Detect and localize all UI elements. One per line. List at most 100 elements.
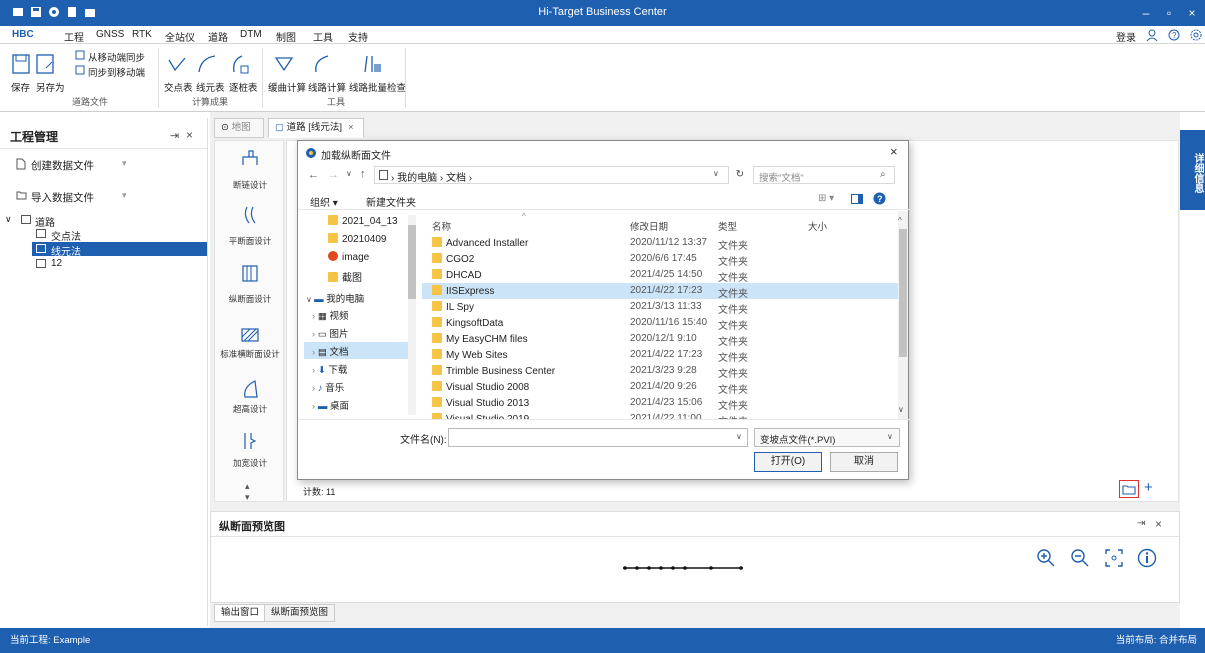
- menu-support[interactable]: 支持: [348, 29, 368, 44]
- nav-item-2021-04-13[interactable]: 2021_04_13: [328, 215, 398, 227]
- filetype-dropdown-icon[interactable]: ∨: [887, 432, 893, 441]
- curve-calc-button[interactable]: 缓曲计算: [268, 80, 306, 94]
- widening-design-button[interactable]: 加宽设计: [215, 457, 285, 469]
- dialog-close-button[interactable]: ×: [890, 144, 898, 159]
- scroll-up-icon[interactable]: ^: [898, 216, 902, 225]
- address-bar[interactable]: › 我的电脑 › 文档 › ∨: [374, 166, 729, 184]
- filetype-select[interactable]: 变坡点文件(*.PVI) ∨: [754, 428, 900, 447]
- view-mode-icon[interactable]: ⊞ ▾: [818, 193, 834, 204]
- address-dropdown-icon[interactable]: ∨: [713, 169, 719, 178]
- nav-item-screenshot[interactable]: 截图: [328, 269, 362, 284]
- save-button[interactable]: 保存: [11, 80, 30, 94]
- nav-item-music[interactable]: › ♪ 音乐: [312, 380, 344, 394]
- line-element-table-icon[interactable]: [197, 54, 217, 74]
- curve-calc-icon[interactable]: [274, 54, 294, 74]
- close-preview-icon[interactable]: ×: [1155, 517, 1162, 531]
- longitudinal-section-icon[interactable]: [241, 263, 259, 283]
- folder-quick-icon[interactable]: [84, 6, 98, 20]
- scroll-down-icon[interactable]: ∨: [898, 405, 904, 414]
- chevron-down-icon[interactable]: ▾: [122, 190, 127, 201]
- station-table-icon[interactable]: [230, 54, 250, 74]
- file-scrollbar-thumb[interactable]: [899, 229, 907, 357]
- chevron-down-icon[interactable]: ▾: [122, 158, 127, 169]
- help-icon[interactable]: ?: [1168, 29, 1180, 41]
- batch-check-icon[interactable]: [362, 54, 382, 74]
- forward-icon[interactable]: →: [328, 169, 339, 181]
- close-window-button[interactable]: ×: [1183, 5, 1201, 21]
- nav-item-desktop[interactable]: › ▬ 桌面: [312, 398, 349, 412]
- superelevation-design-button[interactable]: 超高设计: [215, 403, 285, 415]
- nav-item-20210409[interactable]: 20210409: [328, 233, 387, 245]
- breadcrumb-documents[interactable]: 文档: [446, 173, 466, 184]
- app-icon[interactable]: [12, 6, 26, 20]
- save-as-button[interactable]: 另存为: [36, 80, 65, 94]
- maximize-button[interactable]: ▫: [1160, 5, 1178, 21]
- file-row[interactable]: My Web Sites 2021/4/22 17:23 文件夹: [432, 349, 892, 364]
- back-icon[interactable]: ←: [308, 169, 319, 181]
- nav-scrollbar[interactable]: [408, 215, 416, 415]
- menu-drawing[interactable]: 制图: [276, 29, 296, 44]
- file-scrollbar[interactable]: ^ ∨: [898, 211, 908, 419]
- open-button[interactable]: 打开(O): [754, 452, 822, 472]
- save-quick-icon[interactable]: [30, 6, 44, 20]
- nav-scrollbar-thumb[interactable]: [408, 225, 416, 299]
- add-button[interactable]: +: [1144, 480, 1153, 496]
- tree-item-road[interactable]: 道路: [35, 214, 55, 229]
- menu-hbc[interactable]: HBC: [12, 29, 34, 40]
- help-circle-icon[interactable]: ?: [873, 192, 886, 205]
- chain-break-icon[interactable]: [241, 149, 259, 167]
- menu-tools[interactable]: 工具: [313, 29, 333, 44]
- nav-item-my-computer[interactable]: ∨ ▬ 我的电脑: [306, 291, 364, 305]
- file-row[interactable]: DHCAD 2021/4/25 14:50 文件夹: [432, 269, 892, 284]
- filename-input[interactable]: ∨: [448, 428, 748, 447]
- save-as-icon[interactable]: [36, 54, 54, 74]
- expand-icon[interactable]: ∨: [306, 295, 314, 304]
- refresh-icon[interactable]: ↻: [730, 166, 750, 184]
- user-icon[interactable]: [1146, 29, 1158, 41]
- breadcrumb-my-computer[interactable]: 我的电脑: [397, 173, 437, 184]
- route-calc-icon[interactable]: [312, 54, 332, 74]
- column-size[interactable]: 大小: [808, 219, 827, 233]
- tree-item-12[interactable]: 12: [51, 258, 62, 269]
- fit-view-icon[interactable]: [1104, 548, 1124, 568]
- sync-from-mobile-button[interactable]: 从移动端同步: [88, 50, 145, 64]
- create-data-file-button[interactable]: 创建数据文件: [31, 158, 94, 173]
- import-data-file-button[interactable]: 导入数据文件: [31, 190, 94, 205]
- intersection-table-icon[interactable]: [167, 54, 187, 74]
- tree-item-line-element[interactable]: 线元法: [51, 243, 81, 258]
- preview-pane-icon[interactable]: [851, 194, 863, 204]
- nav-item-image[interactable]: image: [328, 251, 369, 263]
- sync-to-mobile-button[interactable]: 同步到移动端: [88, 65, 145, 79]
- menu-dtm[interactable]: DTM: [240, 29, 262, 40]
- file-row[interactable]: IL Spy 2021/3/13 11:33 文件夹: [432, 301, 892, 316]
- tab-output-window[interactable]: 输出窗口: [214, 604, 267, 622]
- file-row[interactable]: Trimble Business Center 2021/3/23 9:28 文件夹: [432, 365, 892, 380]
- nav-item-documents[interactable]: › ▤ 文档: [312, 344, 348, 358]
- intersection-table-button[interactable]: 交点表: [164, 80, 193, 94]
- minimize-button[interactable]: –: [1137, 5, 1155, 21]
- close-panel-icon[interactable]: ×: [186, 128, 193, 142]
- search-input[interactable]: 搜索"文档" ⌕: [753, 166, 895, 184]
- nav-item-pictures[interactable]: › ▭ 图片: [312, 326, 348, 340]
- menu-project[interactable]: 工程: [64, 29, 84, 44]
- new-folder-button[interactable]: 新建文件夹: [366, 194, 416, 209]
- superelevation-icon[interactable]: [241, 379, 259, 399]
- nav-item-videos[interactable]: › ▦ 视频: [312, 308, 348, 322]
- login-link[interactable]: 登录: [1116, 29, 1136, 44]
- doc-quick-icon[interactable]: [66, 6, 80, 20]
- file-row[interactable]: IISExpress 2021/4/22 17:23 文件夹: [432, 285, 892, 300]
- recent-dropdown-icon[interactable]: ∨: [346, 169, 352, 178]
- chain-break-design-button[interactable]: 断链设计: [215, 179, 285, 191]
- organize-button[interactable]: 组织 ▾: [310, 194, 338, 209]
- settings-icon[interactable]: [1190, 29, 1202, 41]
- longitudinal-section-design-button[interactable]: 纵断面设计: [215, 293, 285, 305]
- tab-profile-preview[interactable]: 纵断面预览图: [264, 604, 336, 622]
- menu-rtk[interactable]: RTK: [132, 29, 152, 40]
- file-row[interactable]: Advanced Installer 2020/11/12 13:37 文件夹: [432, 237, 892, 252]
- filename-dropdown-icon[interactable]: ∨: [736, 432, 742, 441]
- file-row[interactable]: Visual Studio 2008 2021/4/20 9:26 文件夹: [432, 381, 892, 396]
- zoom-in-icon[interactable]: [1036, 548, 1056, 568]
- route-calc-button[interactable]: 线路计算: [308, 80, 346, 94]
- tree-item-intersection[interactable]: 交点法: [51, 228, 81, 243]
- menu-total-station[interactable]: 全站仪: [165, 29, 195, 44]
